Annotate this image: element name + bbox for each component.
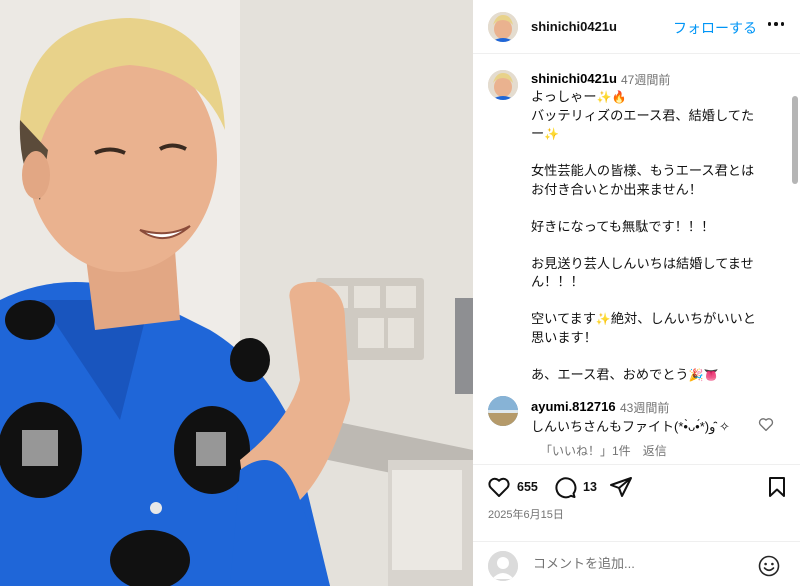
avatar-photo (488, 12, 518, 42)
bookmark-icon (769, 477, 785, 497)
post-date[interactable]: 2025年6月15日 (488, 506, 564, 522)
comment-time[interactable]: 43週間前 (620, 399, 669, 416)
comment-heart-icon[interactable] (757, 415, 775, 433)
caption-line: 好きになっても無駄です！！！ (531, 218, 715, 234)
current-user-avatar (488, 551, 518, 581)
paper-plane-icon (610, 477, 632, 497)
comment-input[interactable] (533, 556, 753, 571)
sparkles-icon: ✨ (596, 90, 612, 104)
caption-line: 空いてます (531, 311, 596, 326)
like-button[interactable]: 655 (487, 475, 538, 499)
post-actions: 655 13 2025年6月15日 (473, 464, 800, 586)
author-avatar[interactable] (488, 12, 518, 42)
post-photo[interactable] (0, 0, 473, 586)
caption-line: あ、エース君、おめでとう (531, 366, 689, 382)
post-header: shinichi0421u フォローする (473, 0, 800, 54)
sparkles-icon: ✨ (544, 127, 560, 141)
more-horizontal-icon[interactable] (764, 12, 788, 36)
sparkles-icon: ✨ (595, 312, 611, 326)
caption-line: ん！！！ (531, 274, 584, 289)
like-count[interactable]: 655 (517, 480, 538, 494)
avatar-photo (488, 396, 518, 426)
caption-line: バッテリィズのエース君、結婚してた (531, 107, 755, 123)
comment-text: しんいちさんもファイト(*•̀ᴗ•́*)و ̑̑✧ (531, 419, 730, 434)
smiley-icon[interactable] (757, 554, 781, 578)
avatar-photo (488, 70, 518, 100)
save-button[interactable] (765, 475, 789, 499)
fire-icon: 🔥 (611, 90, 627, 104)
heart-icon (488, 477, 510, 497)
comment-button[interactable]: 13 (553, 475, 597, 499)
comments-scrollbar[interactable] (792, 96, 798, 184)
follow-button[interactable]: フォローする (673, 18, 757, 38)
caption-line: よっしゃー (531, 89, 597, 104)
comment-likes[interactable]: 「いいね！」1件 (540, 444, 631, 458)
caption-username[interactable]: shinichi0421u (531, 71, 617, 86)
caption-line: お付き合いとか出来ません！ (531, 181, 703, 197)
caption-author-avatar[interactable] (488, 70, 518, 100)
caption-line: 女性芸能人の皆様、もうエース君とは (531, 163, 755, 178)
comment-count[interactable]: 13 (583, 480, 597, 494)
tongue-icon: 👅 (703, 367, 719, 382)
caption-time[interactable]: 47週間前 (621, 71, 670, 88)
default-avatar-icon (488, 551, 518, 581)
caption-line: 絶対、しんいちがいいと (610, 311, 756, 326)
commenter-username[interactable]: ayumi.812716 (531, 399, 616, 414)
caption-text: よっしゃー✨🔥 バッテリィズのエース君、結婚してた ー✨ 女性芸能人の皆様、もう… (531, 88, 781, 384)
reply-button[interactable]: 返信 (643, 444, 667, 458)
author-username[interactable]: shinichi0421u (531, 19, 617, 34)
add-comment-bar (473, 541, 800, 586)
comments-section[interactable]: shinichi0421u 47週間前 よっしゃー✨🔥 バッテリィズのエース君、… (473, 54, 791, 464)
party-popper-icon: 🎉 (688, 367, 704, 382)
commenter-avatar[interactable] (488, 396, 518, 426)
caption-line: ー (531, 126, 545, 141)
caption-line: 思います！ (531, 329, 597, 345)
post-detail-panel: shinichi0421u フォローする shinichi0421u 47週間前… (473, 0, 800, 586)
share-button[interactable] (609, 475, 633, 499)
photo-man-fist-pose (0, 0, 473, 586)
caption-line: お見送り芸人しんいちは結婚してませ (531, 255, 754, 271)
comment-meta: 「いいね！」1件 返信 (540, 442, 667, 459)
comment-bubble-icon (555, 477, 577, 499)
